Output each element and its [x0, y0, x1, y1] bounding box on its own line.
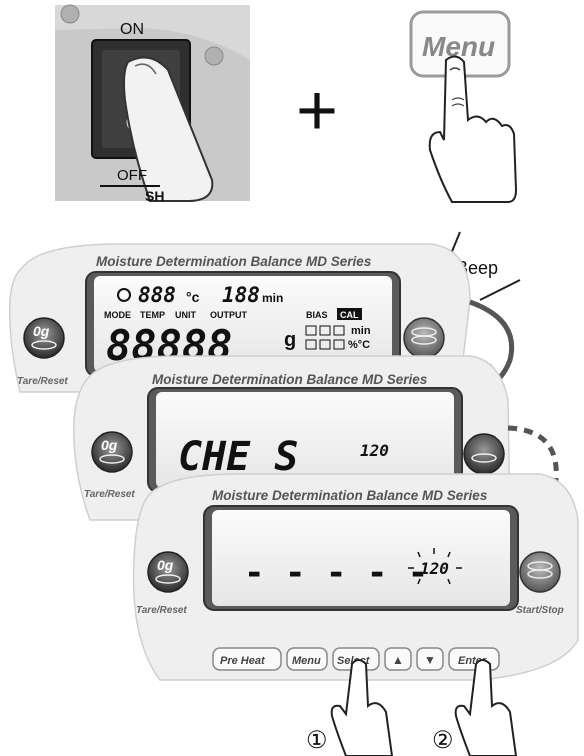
lcd1-indicator-mode: MODE	[104, 310, 131, 320]
lcd1-indicator-cal: CAL	[340, 310, 359, 320]
up-arrow-icon: ▲	[392, 653, 404, 667]
tare-zero-label-3: 0g	[157, 557, 174, 573]
lcd2-main-text: CHE S	[178, 434, 298, 480]
menu-key-illustration: Menu	[409, 10, 518, 203]
lcd1-temp-unit: °c	[186, 289, 200, 305]
step-marker-1: ①	[306, 727, 328, 754]
down-arrow-icon: ▼	[424, 653, 436, 667]
power-off-label: OFF	[117, 167, 147, 184]
menu-key-small-label: Menu	[292, 655, 321, 667]
lcd1-min-unit: min	[262, 291, 283, 305]
start-stop-button[interactable]	[403, 317, 445, 359]
lcd1-indicator-row: MODE TEMP UNIT OUTPUT BIAS CAL	[104, 308, 362, 320]
preheat-key-label: Pre Heat	[220, 655, 266, 667]
power-switch-illustration: ON OFF SH	[55, 4, 250, 204]
start-stop-button-3[interactable]	[519, 551, 561, 593]
start-stop-label: Start/Stop	[516, 605, 564, 616]
tare-reset-label-3: Tare/Reset	[136, 605, 187, 616]
tare-zero-label-2: 0g	[101, 437, 118, 453]
lcd1-min-digits: 188	[222, 283, 260, 307]
lcd1-indicator-bias: BIAS	[306, 310, 328, 320]
panel-1-title: Moisture Determination Balance MD Series	[96, 254, 372, 269]
lcd3-aux-value: 120	[420, 559, 449, 578]
tare-reset-label: Tare/Reset	[17, 376, 68, 387]
plus-symbol: +	[296, 71, 338, 151]
lcd1-indicator-temp: TEMP	[140, 310, 165, 320]
panel-fragment-label: SH	[145, 188, 164, 204]
lcd2-aux-value: 120	[360, 441, 389, 460]
tare-reset-label-2: Tare/Reset	[84, 489, 135, 500]
tare-zero-label: 0g	[33, 323, 50, 339]
lcd1-small-min: min	[351, 325, 371, 337]
lcd3-main-text: - - - - -	[244, 553, 428, 593]
lcd1-indicator-output: OUTPUT	[210, 310, 248, 320]
panel-2-title: Moisture Determination Balance MD Series	[152, 372, 428, 387]
pointing-finger-icon	[428, 55, 518, 203]
lcd1-small-pct-c: %°C	[348, 339, 370, 351]
lcd1-indicator-unit: UNIT	[175, 310, 196, 320]
power-on-label: ON	[120, 21, 144, 38]
lcd1-temp-digits: 888	[138, 283, 176, 307]
lcd1-unit-g: g	[284, 329, 296, 351]
balance-panel-3: Moisture Determination Balance MD Series…	[132, 473, 579, 681]
step-marker-2: ②	[432, 727, 454, 754]
panel-3-title: Moisture Determination Balance MD Series	[212, 488, 488, 503]
